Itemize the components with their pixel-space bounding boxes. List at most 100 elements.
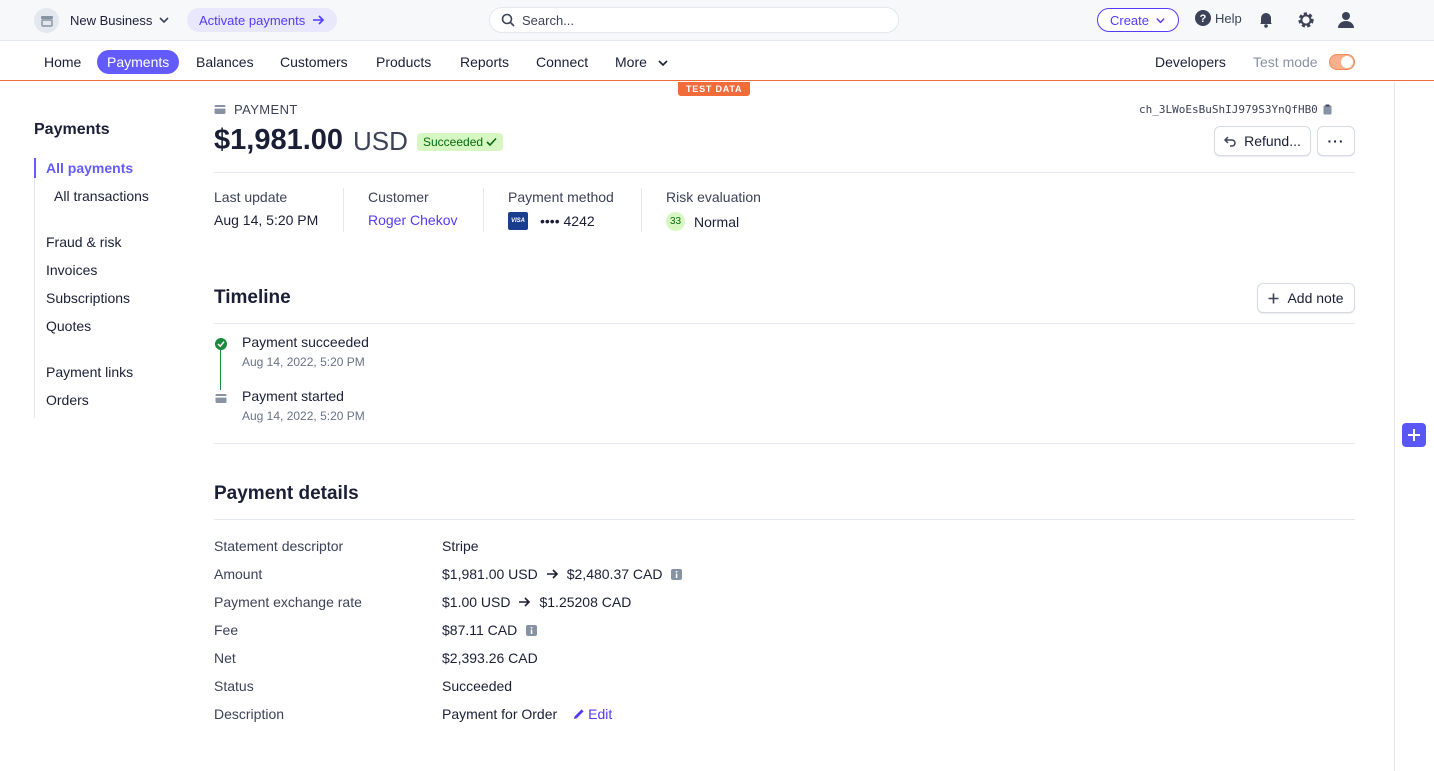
timeline-event-time: Aug 14, 2022, 5:20 PM (242, 409, 365, 423)
sidebar-item-orders[interactable]: Orders (46, 392, 89, 408)
test-mode-toggle[interactable] (1329, 54, 1355, 70)
payment-details-title: Payment details (214, 483, 359, 504)
arrow-right-icon (546, 568, 559, 580)
search-bar[interactable] (489, 7, 899, 33)
description-value: Payment for Order (442, 706, 558, 722)
timeline-connector (220, 349, 221, 390)
clipboard-icon[interactable] (1323, 104, 1332, 115)
detail-value: $2,393.26 CAD (442, 650, 538, 666)
sidebar-item-fraud-risk[interactable]: Fraud & risk (46, 234, 121, 250)
search-input[interactable] (522, 12, 882, 28)
detail-label: Net (214, 650, 236, 666)
help-button[interactable]: ? Help (1195, 10, 1242, 26)
nav-customers[interactable]: Customers (270, 50, 358, 74)
detail-label: Amount (214, 566, 263, 582)
nav-more[interactable]: More (605, 50, 679, 74)
risk-score-badge: 33 (666, 212, 685, 231)
detail-label: Fee (214, 622, 239, 638)
timeline-event-time: Aug 14, 2022, 5:20 PM (242, 355, 365, 369)
quick-add-button[interactable] (1402, 423, 1426, 447)
sidebar-item-all-payments[interactable]: All payments (46, 160, 133, 176)
timeline-title: Timeline (214, 287, 291, 308)
customer-column: Customer Roger Chekov (368, 189, 458, 237)
amount-to: $2,480.37 CAD (566, 566, 663, 582)
column-divider (343, 188, 344, 232)
visa-card-icon: VISA (508, 212, 528, 230)
pencil-icon (574, 709, 584, 719)
detail-label: Description (214, 706, 285, 722)
refund-arrow-icon (1224, 135, 1236, 147)
divider (214, 519, 1355, 520)
detail-value: Payment for Order Edit (442, 706, 612, 722)
nav-connect[interactable]: Connect (526, 50, 598, 74)
business-switcher[interactable]: New Business (34, 8, 170, 33)
right-rail (1394, 82, 1395, 771)
store-icon (34, 8, 59, 33)
chevron-down-icon (158, 13, 170, 29)
bell-icon[interactable] (1258, 11, 1274, 31)
activate-payments-button[interactable]: Activate payments (187, 8, 338, 32)
nav-developers[interactable]: Developers (1145, 50, 1236, 74)
customer-link[interactable]: Roger Chekov (368, 212, 458, 228)
success-check-icon (215, 337, 227, 353)
amount-from: $1,981.00 USD (442, 566, 538, 582)
create-label: Create (1109, 12, 1150, 28)
chevron-down-icon (658, 60, 668, 67)
card-last4: •••• 4242 (540, 213, 595, 229)
detail-value: $87.11 CAD (442, 622, 538, 638)
edit-description-link[interactable]: Edit (573, 706, 612, 722)
main-nav: Home Payments Balances Customers Product… (0, 41, 1434, 81)
column-divider (483, 188, 484, 232)
info-icon[interactable] (671, 568, 683, 580)
sidebar-item-invoices[interactable]: Invoices (46, 262, 97, 278)
charge-id-text: ch_3LWoEsBuShIJ979S3YnQfHB0 (1139, 103, 1318, 116)
nav-products[interactable]: Products (366, 50, 441, 74)
nav-payments[interactable]: Payments (97, 50, 180, 74)
divider (214, 172, 1355, 173)
search-icon (501, 13, 515, 27)
detail-value: $1.00 USD $1.25208 CAD (442, 594, 631, 610)
detail-label: Status (214, 678, 254, 694)
sidebar-item-quotes[interactable]: Quotes (46, 318, 91, 334)
nav-reports[interactable]: Reports (450, 50, 519, 74)
more-actions-button[interactable]: ··· (1317, 126, 1355, 156)
payment-icon (214, 105, 226, 114)
timeline-event-title: Payment started (242, 388, 344, 404)
account-icon[interactable] (1337, 11, 1355, 32)
payment-started-icon (215, 391, 227, 407)
chevron-down-icon (1156, 17, 1165, 23)
business-name: New Business (70, 13, 153, 28)
rate-from: $1.00 USD (442, 594, 511, 610)
arrow-right-icon (518, 596, 531, 608)
risk-value: 33 Normal (666, 212, 761, 231)
add-note-button[interactable]: Add note (1257, 283, 1355, 313)
detail-label: Payment exchange rate (214, 594, 362, 610)
arrow-right-icon (313, 15, 325, 25)
status-badge: Succeeded (417, 133, 504, 151)
divider (214, 443, 1355, 444)
sidebar-item-all-transactions[interactable]: All transactions (54, 188, 149, 204)
status-badge-label: Succeeded (423, 135, 484, 149)
info-icon[interactable] (526, 624, 538, 636)
refund-label: Refund... (1244, 133, 1301, 149)
nav-home[interactable]: Home (34, 50, 91, 74)
test-data-badge: TEST DATA (678, 82, 751, 96)
sidebar-item-subscriptions[interactable]: Subscriptions (46, 290, 130, 306)
nav-balances[interactable]: Balances (186, 50, 264, 74)
risk-label: Risk evaluation (666, 189, 761, 205)
last-update-label: Last update (214, 189, 288, 205)
detail-label: Statement descriptor (214, 538, 344, 554)
test-mode-label: Test mode (1253, 54, 1318, 70)
create-button[interactable]: Create (1097, 8, 1179, 32)
refund-button[interactable]: Refund... (1214, 126, 1311, 156)
charge-id[interactable]: ch_3LWoEsBuShIJ979S3YnQfHB0 (1139, 103, 1332, 116)
column-divider (641, 188, 642, 232)
sidebar-active-indicator (34, 158, 36, 178)
edit-label: Edit (588, 706, 613, 722)
sidebar-item-payment-links[interactable]: Payment links (46, 364, 133, 380)
rate-to: $1.25208 CAD (539, 594, 632, 610)
payment-method-value: VISA •••• 4242 (508, 212, 614, 230)
detail-value: $1,981.00 USD $2,480.37 CAD (442, 566, 683, 582)
risk-level: Normal (694, 213, 740, 230)
gear-icon[interactable] (1297, 11, 1315, 32)
